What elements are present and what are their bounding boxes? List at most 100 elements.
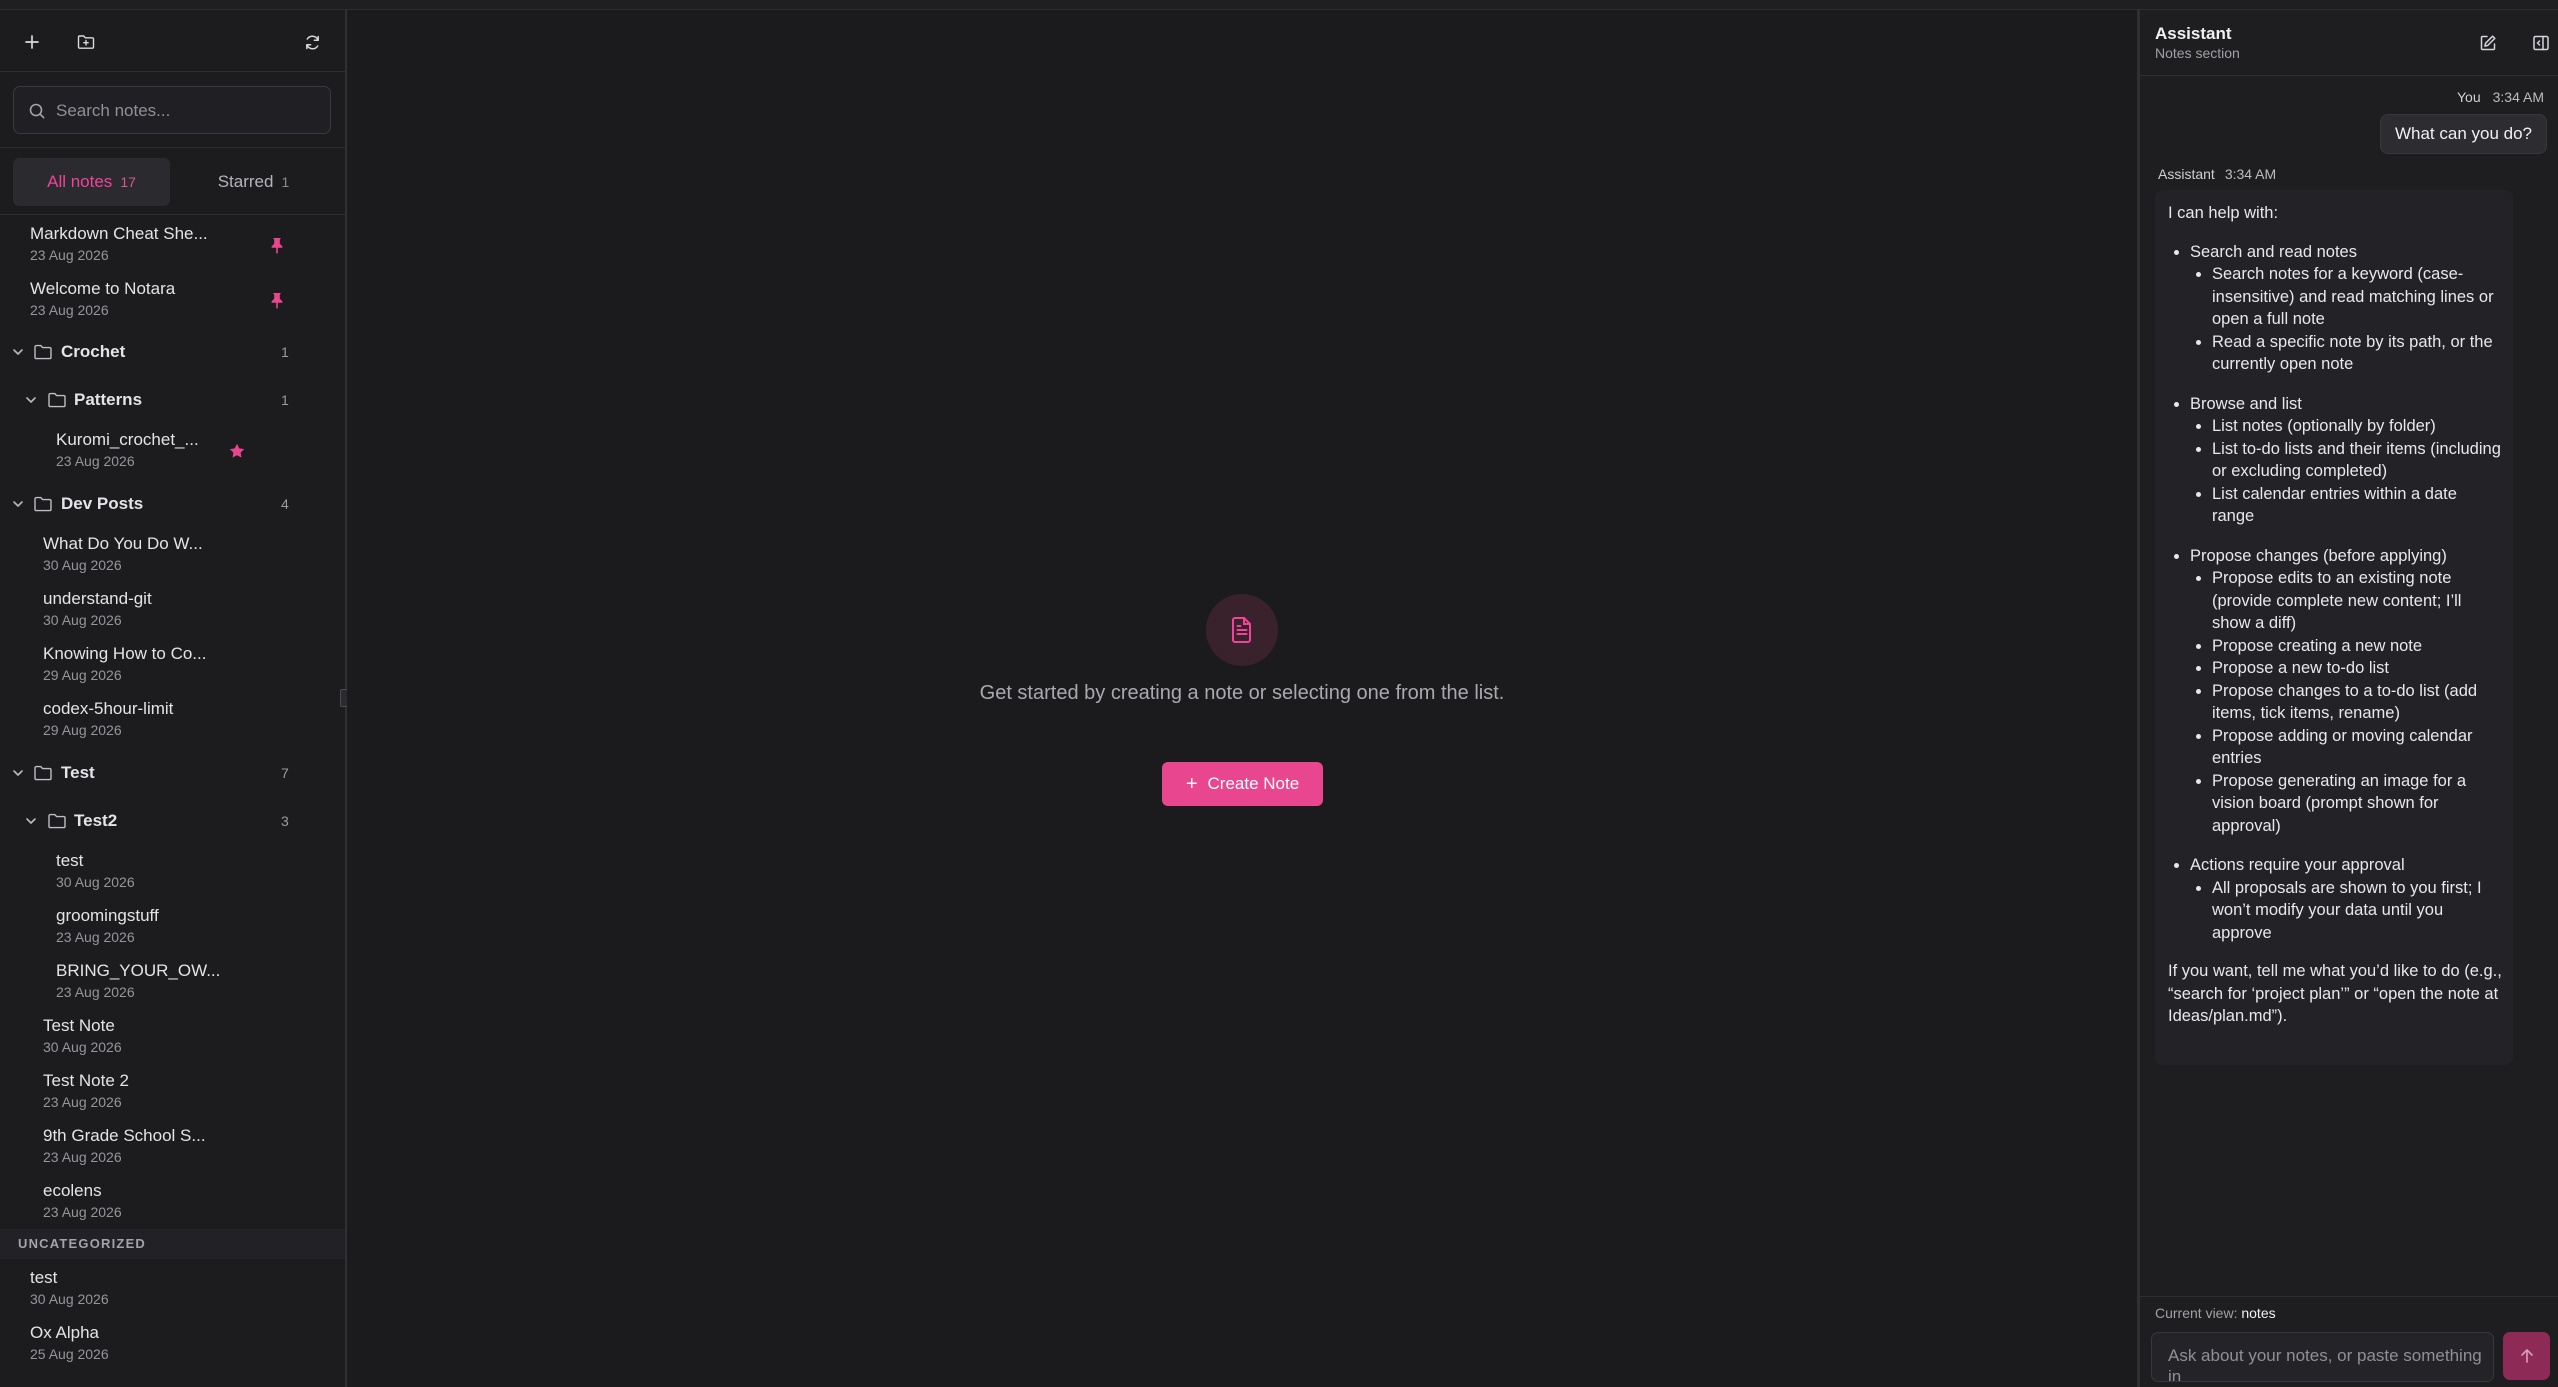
chat-composer [2151, 1332, 2494, 1382]
assistant-panel: Assistant Notes section You 3:34 AM What … [2140, 10, 2558, 1387]
folder-plus-icon [77, 35, 95, 49]
note-item-markdown-cheat-sheet[interactable]: Markdown Cheat She... 23 Aug 2026 [0, 221, 345, 273]
folder-icon [34, 496, 52, 512]
note-item[interactable]: Ox Alpha 25 Aug 2026 [0, 1320, 345, 1372]
send-button[interactable] [2503, 1332, 2550, 1380]
note-title: test [30, 1268, 58, 1287]
section-heading: Propose changes (before applying) [2190, 546, 2447, 565]
capability-item: All proposals are shown to you first; I … [2212, 877, 2503, 945]
note-date: 30 Aug 2026 [43, 612, 122, 628]
star-icon[interactable] [228, 442, 246, 460]
document-icon [1232, 617, 1251, 643]
capability-section: Search and read notes Search notes for a… [2190, 241, 2503, 376]
folder-count: 4 [281, 496, 289, 512]
note-date: 23 Aug 2026 [43, 1204, 122, 1220]
folder-count: 1 [281, 392, 289, 408]
folder-patterns[interactable]: Patterns 1 [0, 380, 345, 420]
folder-test2[interactable]: Test2 3 [0, 801, 345, 841]
capability-item: Propose edits to an existing note (provi… [2212, 567, 2503, 635]
note-item[interactable]: test 30 Aug 2026 [0, 848, 345, 900]
note-date: 23 Aug 2026 [30, 247, 109, 263]
uncategorized-header: UNCATEGORIZED [0, 1229, 345, 1259]
note-item-welcome[interactable]: Welcome to Notara 23 Aug 2026 [0, 276, 345, 328]
chat-input[interactable] [2166, 1343, 2485, 1381]
capability-item: List notes (optionally by folder) [2212, 415, 2503, 438]
note-date: 29 Aug 2026 [43, 722, 122, 738]
note-date: 23 Aug 2026 [56, 453, 135, 469]
chevron-down-icon[interactable] [11, 766, 25, 780]
empty-state-icon-circle [1206, 594, 1278, 666]
plus-icon [25, 35, 39, 49]
capability-item: Propose changes to a to-do list (add ite… [2212, 680, 2503, 725]
sidebar-separator [0, 147, 345, 148]
new-chat-button[interactable] [2475, 30, 2501, 56]
note-title: Ox Alpha [30, 1323, 99, 1342]
note-title: Kuromi_crochet_... [56, 430, 199, 449]
main-editor-area: Get started by creating a note or select… [347, 10, 2137, 1387]
pin-icon[interactable] [268, 236, 286, 254]
plus-icon: + [1185, 773, 1198, 795]
folder-name: Crochet [61, 342, 126, 361]
folder-test[interactable]: Test 7 [0, 753, 345, 793]
search-icon [29, 103, 45, 119]
folder-crochet[interactable]: Crochet 1 [0, 332, 345, 372]
note-item-kuromi[interactable]: Kuromi_crochet_... 23 Aug 2026 [0, 427, 345, 479]
sidebar-separator [0, 214, 345, 215]
note-item[interactable]: Test Note 2 23 Aug 2026 [0, 1068, 345, 1120]
refresh-icon [305, 34, 319, 50]
note-item[interactable]: BRING_YOUR_OW... 23 Aug 2026 [0, 958, 345, 1010]
notes-sidebar: All notes 17 Starred 1 Markdown Cheat Sh… [0, 10, 345, 1387]
capability-item: List calendar entries within a date rang… [2212, 483, 2503, 528]
note-date: 30 Aug 2026 [43, 557, 122, 573]
new-note-button[interactable] [18, 28, 46, 56]
capability-item: Propose adding or moving calendar entrie… [2212, 725, 2503, 770]
folder-dev-posts[interactable]: Dev Posts 4 [0, 484, 345, 524]
note-item[interactable]: codex-5hour-limit 29 Aug 2026 [0, 696, 345, 748]
folder-icon [34, 344, 52, 360]
note-item[interactable]: Test Note 30 Aug 2026 [0, 1013, 345, 1065]
note-title: BRING_YOUR_OW... [56, 961, 221, 980]
folder-icon [48, 813, 66, 829]
note-title: Test Note [43, 1016, 115, 1035]
note-item[interactable]: understand-git 30 Aug 2026 [0, 586, 345, 638]
user-message-bubble: What can you do? [2379, 114, 2547, 154]
assistant-intro: I can help with: [2168, 204, 2279, 222]
note-date: 29 Aug 2026 [43, 667, 122, 683]
refresh-button[interactable] [298, 28, 326, 56]
assistant-name: Assistant [2158, 166, 2215, 182]
note-item[interactable]: test 30 Aug 2026 [0, 1265, 345, 1317]
chevron-down-icon[interactable] [11, 345, 25, 359]
tab-all-notes[interactable]: All notes 17 [13, 158, 170, 206]
folder-count: 7 [281, 765, 289, 781]
note-title: Test Note 2 [43, 1071, 129, 1090]
search-input[interactable] [54, 87, 328, 135]
new-folder-button[interactable] [72, 28, 100, 56]
note-date: 30 Aug 2026 [43, 1039, 122, 1055]
folder-name: Patterns [74, 390, 143, 409]
create-note-button[interactable]: + Create Note [1162, 762, 1323, 806]
assistant-title: Assistant [2155, 24, 2232, 43]
capability-item: Read a specific note by its path, or the… [2212, 331, 2503, 376]
note-item[interactable]: What Do You Do W... 30 Aug 2026 [0, 531, 345, 583]
chevron-down-icon[interactable] [24, 814, 38, 828]
note-item[interactable]: groomingstuff 23 Aug 2026 [0, 903, 345, 955]
note-title: test [56, 851, 84, 870]
note-item[interactable]: ecolens 23 Aug 2026 [0, 1178, 345, 1230]
note-date: 23 Aug 2026 [43, 1149, 122, 1165]
folder-name: Test2 [74, 811, 118, 830]
edit-icon [2480, 35, 2496, 51]
note-item[interactable]: Knowing How to Co... 29 Aug 2026 [0, 641, 345, 693]
assistant-header: Assistant Notes section [2140, 10, 2558, 76]
section-heading: Search and read notes [2190, 242, 2357, 261]
chevron-down-icon[interactable] [24, 393, 38, 407]
collapse-panel-button[interactable] [2528, 30, 2554, 56]
pin-icon[interactable] [268, 291, 286, 309]
assistant-followup: If you want, tell me what you’d like to … [2168, 962, 2502, 1025]
note-date: 30 Aug 2026 [30, 1291, 109, 1307]
chevron-down-icon[interactable] [11, 497, 25, 511]
current-view-bar: Current view: notes [2140, 1296, 2558, 1327]
note-item[interactable]: 9th Grade School S... 23 Aug 2026 [0, 1123, 345, 1175]
tab-starred[interactable]: Starred 1 [176, 158, 331, 206]
note-date: 23 Aug 2026 [56, 984, 135, 1000]
tab-label: Starred [217, 172, 274, 191]
